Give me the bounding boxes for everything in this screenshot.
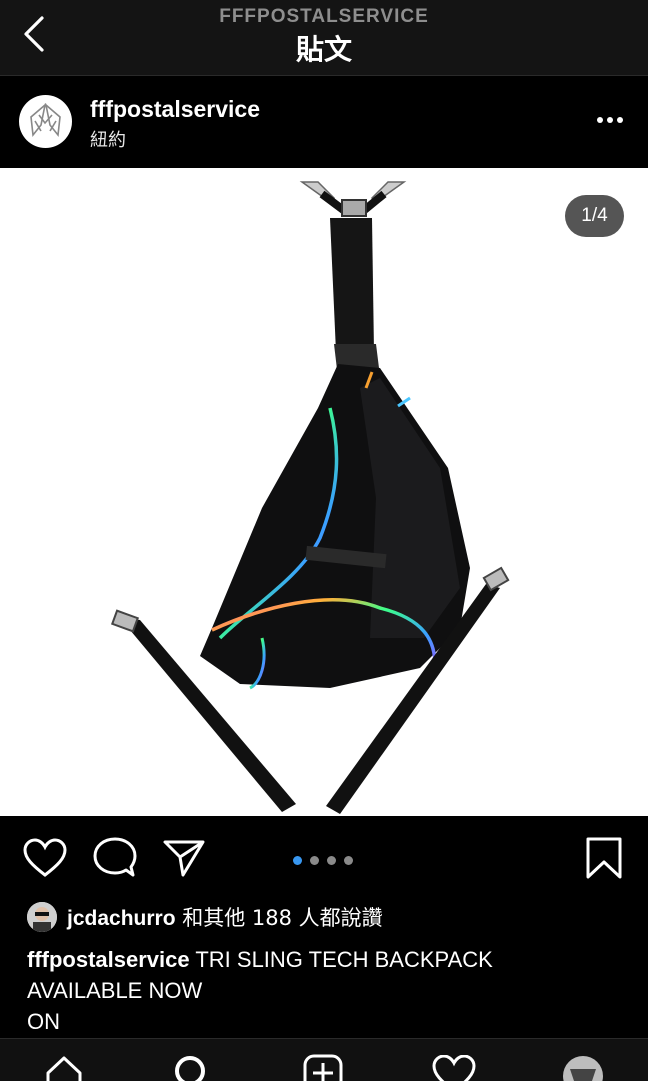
home-icon[interactable] bbox=[44, 1053, 84, 1081]
post-image[interactable] bbox=[0, 168, 648, 816]
caption-line-1: TRI SLING TECH BACKPACK bbox=[195, 947, 493, 972]
carousel-dot bbox=[293, 856, 302, 865]
avatar-logo-icon bbox=[30, 102, 61, 138]
comment-icon[interactable] bbox=[93, 837, 137, 879]
carousel-dot bbox=[344, 856, 353, 865]
add-icon[interactable] bbox=[302, 1053, 344, 1081]
search-icon[interactable] bbox=[172, 1053, 212, 1081]
caption-username[interactable]: fffpostalservice bbox=[27, 947, 190, 972]
liker-avatar-icon bbox=[27, 902, 57, 932]
bookmark-icon[interactable] bbox=[584, 836, 624, 880]
carousel-indicator bbox=[293, 852, 361, 865]
liker-avatar bbox=[27, 902, 57, 932]
carousel-dot bbox=[310, 856, 319, 865]
bottom-tab-bar bbox=[0, 1038, 648, 1081]
post-caption: fffpostalservice TRI SLING TECH BACKPACK… bbox=[27, 944, 627, 1037]
carousel-counter: 1/4 bbox=[565, 195, 624, 237]
profile-icon[interactable] bbox=[562, 1055, 604, 1081]
more-icon[interactable] bbox=[594, 108, 626, 132]
post-username[interactable]: fffpostalservice bbox=[90, 96, 260, 123]
activity-icon[interactable] bbox=[432, 1055, 476, 1081]
sling-backpack-image bbox=[110, 181, 510, 814]
caption-line-2: AVAILABLE NOW bbox=[27, 978, 203, 1003]
share-icon[interactable] bbox=[162, 838, 206, 878]
heart-icon[interactable] bbox=[22, 838, 68, 878]
account-title: FFFPOSTALSERVICE bbox=[219, 6, 429, 27]
caption-line-3: ON bbox=[27, 1009, 60, 1034]
post-location[interactable]: 紐約 bbox=[90, 126, 126, 152]
avatar[interactable] bbox=[19, 95, 72, 148]
likes-row[interactable]: jcdachurro 和其他 188 人都說讚 bbox=[27, 900, 383, 934]
liker-username[interactable]: jcdachurro bbox=[67, 907, 176, 930]
top-bar: FFFPOSTALSERVICE 貼文 bbox=[0, 0, 648, 76]
page-title: 貼文 bbox=[295, 33, 352, 66]
carousel-dot bbox=[327, 856, 336, 865]
likes-count-text: 和其他 188 人都說讚 bbox=[182, 906, 383, 930]
